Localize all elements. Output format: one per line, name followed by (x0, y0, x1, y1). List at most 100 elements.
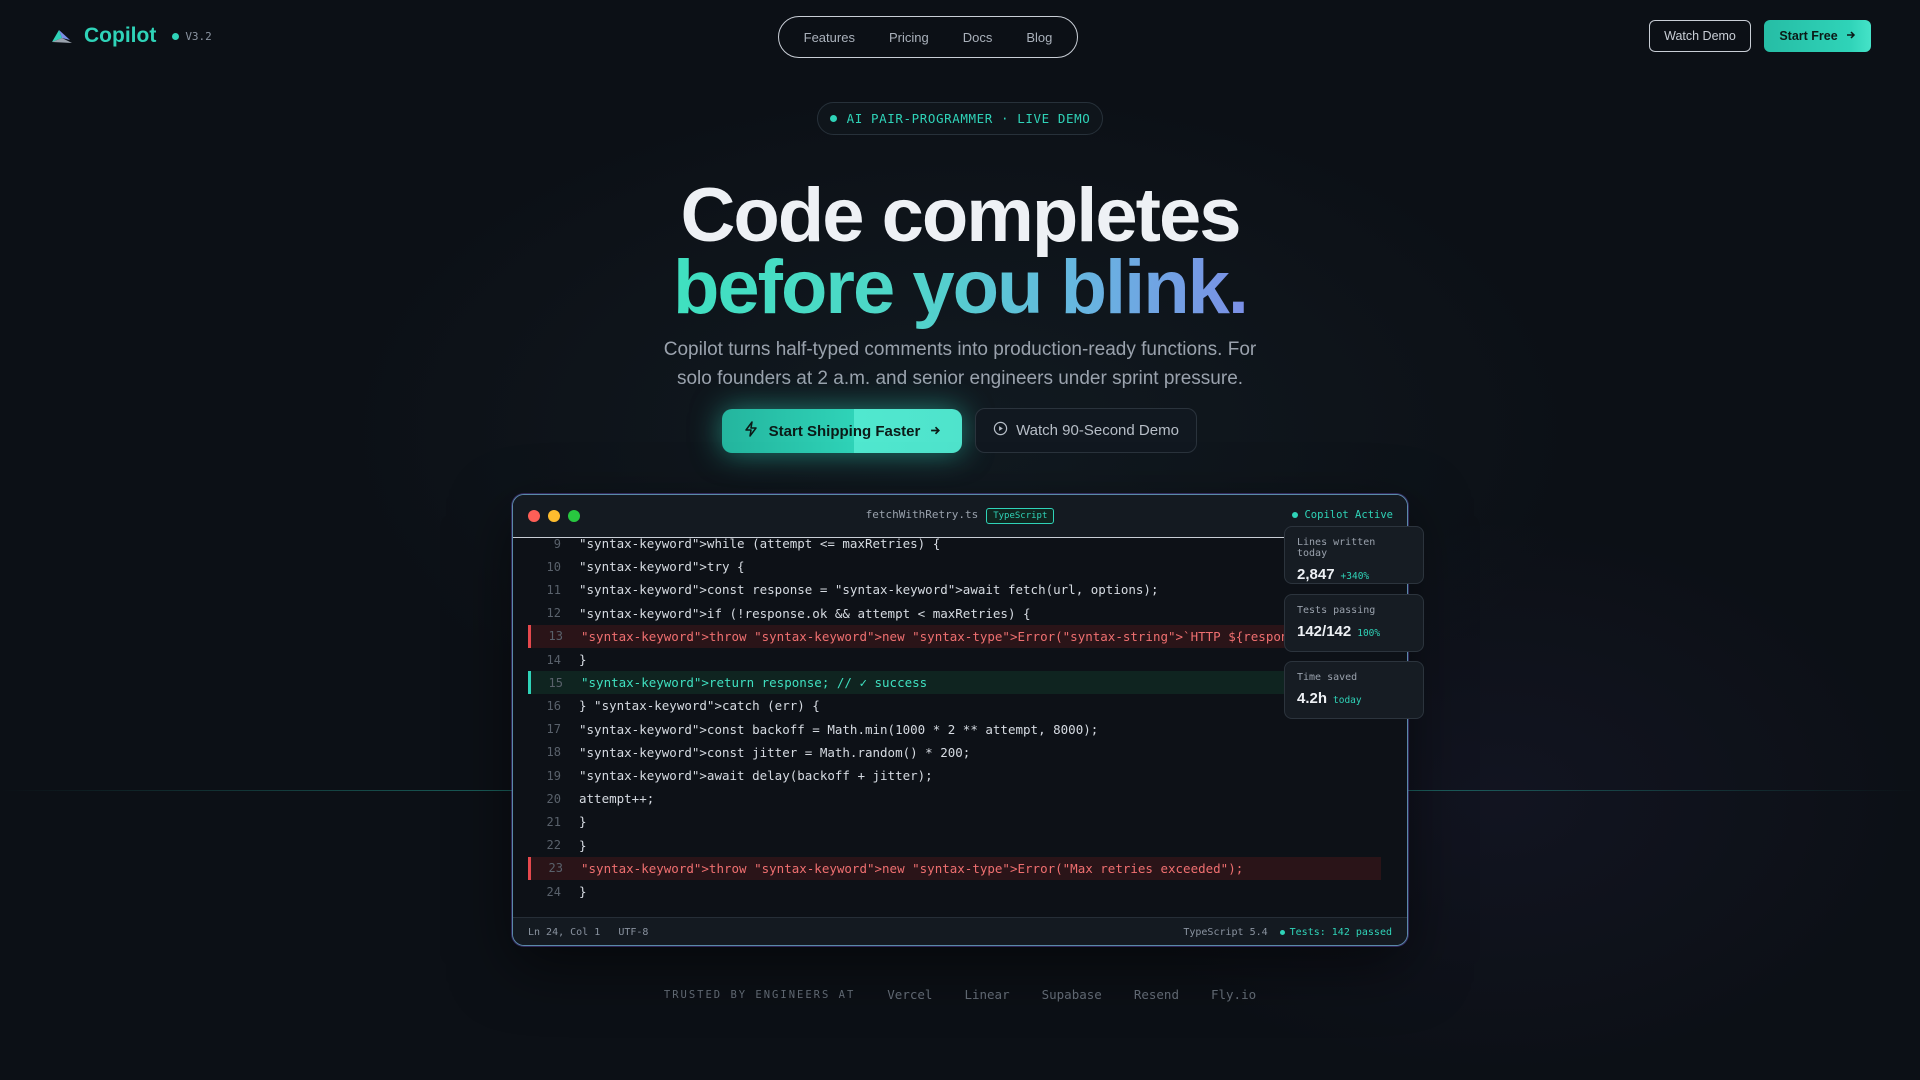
hero-title-line2: before you blink. (0, 244, 1920, 331)
company-logo: Supabase (1041, 987, 1102, 1002)
code-text: "syntax-keyword">try { (579, 559, 745, 575)
language-version[interactable]: TypeScript 5.4 (1183, 927, 1267, 938)
code-line[interactable]: 24} (529, 880, 1379, 903)
start-free-label: Start Free (1779, 29, 1838, 43)
code-text: "syntax-keyword">throw "syntax-keyword">… (581, 860, 1244, 876)
version-label: V3.2 (185, 29, 212, 43)
nav-link-pricing[interactable]: Pricing (872, 30, 946, 45)
start-shipping-label: Start Shipping Faster (768, 422, 921, 440)
stat-value-row: 142/142 100% (1297, 623, 1411, 640)
code-text: "syntax-keyword">return response; // ✓ s… (581, 675, 928, 691)
code-text: "syntax-keyword">if (!response.ok && att… (579, 605, 1031, 621)
code-editor-window: fetchWithRetry.ts TypeScript Copilot Acti… (512, 494, 1408, 946)
stat-card-time: Time saved 4.2h today (1284, 661, 1424, 719)
brand-name: Copilot (84, 24, 157, 47)
code-area[interactable]: 9 "syntax-keyword">while (attempt <= maxR… (513, 538, 1407, 908)
copilot-status: Copilot Active (1292, 509, 1393, 521)
line-number: 9 (553, 538, 561, 551)
code-text: } (579, 884, 587, 899)
line-number: 18 (546, 745, 561, 760)
tests-status[interactable]: Tests: 142 passed (1279, 927, 1392, 938)
code-text: "syntax-keyword">const response = "synta… (579, 582, 1159, 598)
tests-label: Tests: 142 passed (1289, 927, 1392, 938)
code-text: } (579, 652, 587, 667)
hero-badge: AI PAIR-PROGRAMMER · LIVE DEMO (817, 102, 1103, 135)
line-number: 10 (546, 559, 561, 574)
code-text: "syntax-keyword">const backoff = Math.mi… (579, 721, 1099, 737)
code-text: } (579, 837, 587, 853)
start-shipping-button[interactable]: Start Shipping Faster (722, 409, 962, 453)
stat-value: 4.2h (1297, 690, 1328, 707)
line-number: 22 (546, 838, 561, 853)
code-text: attempt++; (579, 791, 655, 807)
line-number: 12 (546, 606, 561, 621)
live-dot-icon (829, 115, 837, 122)
trusted-label: TRUSTED BY ENGINEERS AT (663, 988, 856, 1001)
stat-card-lines: Lines written today 2,847 +340% (1284, 526, 1424, 584)
code-text: "syntax-keyword">throw "syntax-keyword">… (581, 628, 1319, 644)
filename-label: fetchWithRetry.ts (865, 508, 979, 521)
code-line[interactable]: 23 "syntax-keyword">throw "syntax-keyword… (528, 856, 1381, 880)
line-number: 24 (546, 884, 561, 899)
stat-value-row: 2,847 +340% (1297, 566, 1411, 583)
code-line[interactable]: 16 } "syntax-keyword">catch (err) { (529, 694, 1379, 717)
stat-delta: today (1333, 695, 1362, 706)
code-line[interactable]: 9 "syntax-keyword">while (attempt <= maxR… (529, 538, 1379, 555)
company-logo: Vercel (887, 987, 933, 1002)
code-line[interactable]: 11 "syntax-keyword">const response = "syn… (529, 578, 1379, 601)
line-number: 21 (546, 814, 561, 829)
code-line[interactable]: 22} (529, 834, 1379, 857)
code-line[interactable]: 10 "syntax-keyword">try { (529, 555, 1379, 578)
hero-badge-label: AI PAIR-PROGRAMMER · LIVE DEMO (846, 111, 1091, 126)
logo[interactable]: Copilot V3.2 (50, 24, 212, 48)
watch-demo-button[interactable]: Watch Demo (1649, 20, 1751, 52)
lightning-icon (743, 421, 759, 441)
encoding-label[interactable]: UTF-8 (618, 927, 648, 938)
stat-delta: 100% (1357, 628, 1381, 639)
editor-titlebar: fetchWithRetry.ts TypeScript Copilot Acti… (513, 495, 1407, 538)
line-number: 23 (548, 861, 563, 876)
code-line[interactable]: 21} (529, 810, 1379, 833)
nav-menu: Features Pricing Docs Blog (778, 16, 1078, 58)
line-number: 14 (546, 652, 561, 667)
statusbar-left: Ln 24, Col 1 UTF-8 (528, 927, 648, 938)
code-line[interactable]: 18 "syntax-keyword">const jitter = Math.r… (529, 741, 1379, 764)
code-line[interactable]: 13 "syntax-keyword">throw "syntax-keyword… (528, 624, 1381, 648)
nav-link-blog[interactable]: Blog (1009, 30, 1069, 45)
code-text: "syntax-keyword">await delay(backoff + j… (579, 768, 933, 783)
stat-label: Time saved (1297, 672, 1358, 683)
code-text: } (579, 814, 587, 830)
code-line[interactable]: 15 "syntax-keyword">return response; // ✓… (528, 671, 1381, 695)
code-line[interactable]: 19 "syntax-keyword">await delay(backoff +… (529, 764, 1379, 787)
hero-title-gradient: before you blink. (672, 245, 1249, 330)
stat-label: Lines written today (1297, 537, 1376, 559)
code-text: } "syntax-keyword">catch (err) { (579, 698, 820, 714)
logo-icon (50, 26, 74, 46)
code-line[interactable]: 12 "syntax-keyword">if (!response.ok && a… (529, 602, 1379, 625)
start-free-button[interactable]: Start Free (1764, 20, 1871, 52)
arrow-right-icon (1846, 29, 1856, 43)
company-logo: Fly.io (1210, 987, 1257, 1002)
code-line[interactable]: 17 "syntax-keyword">const backoff = Math.… (529, 718, 1379, 741)
code-line[interactable]: 20 attempt++; (529, 787, 1379, 810)
watch-90-second-demo-button[interactable]: Watch 90-Second Demo (975, 408, 1197, 453)
stat-label: Tests passing (1297, 605, 1376, 616)
code-text: "syntax-keyword">while (attempt <= maxRe… (579, 538, 941, 551)
line-number: 15 (548, 675, 563, 690)
version-badge: V3.2 (172, 30, 212, 43)
line-number: 19 (546, 768, 561, 783)
nav-link-features[interactable]: Features (787, 30, 872, 45)
arrow-right-icon (930, 423, 941, 440)
nav-link-docs[interactable]: Docs (946, 30, 1010, 45)
code-line[interactable]: 14} (529, 648, 1379, 671)
statusbar-right: TypeScript 5.4 Tests: 142 passed (1183, 927, 1392, 938)
line-number: 20 (546, 791, 561, 806)
status-dot-icon (172, 32, 180, 40)
line-number: 16 (546, 698, 561, 713)
cursor-position[interactable]: Ln 24, Col 1 (528, 927, 600, 938)
active-dot-icon (1292, 512, 1299, 518)
stat-delta: +340% (1340, 571, 1370, 582)
stat-value-row: 4.2h today (1297, 690, 1411, 707)
editor-statusbar: Ln 24, Col 1 UTF-8 TypeScript 5.4 Tests:… (513, 917, 1407, 945)
line-number: 11 (546, 582, 561, 597)
